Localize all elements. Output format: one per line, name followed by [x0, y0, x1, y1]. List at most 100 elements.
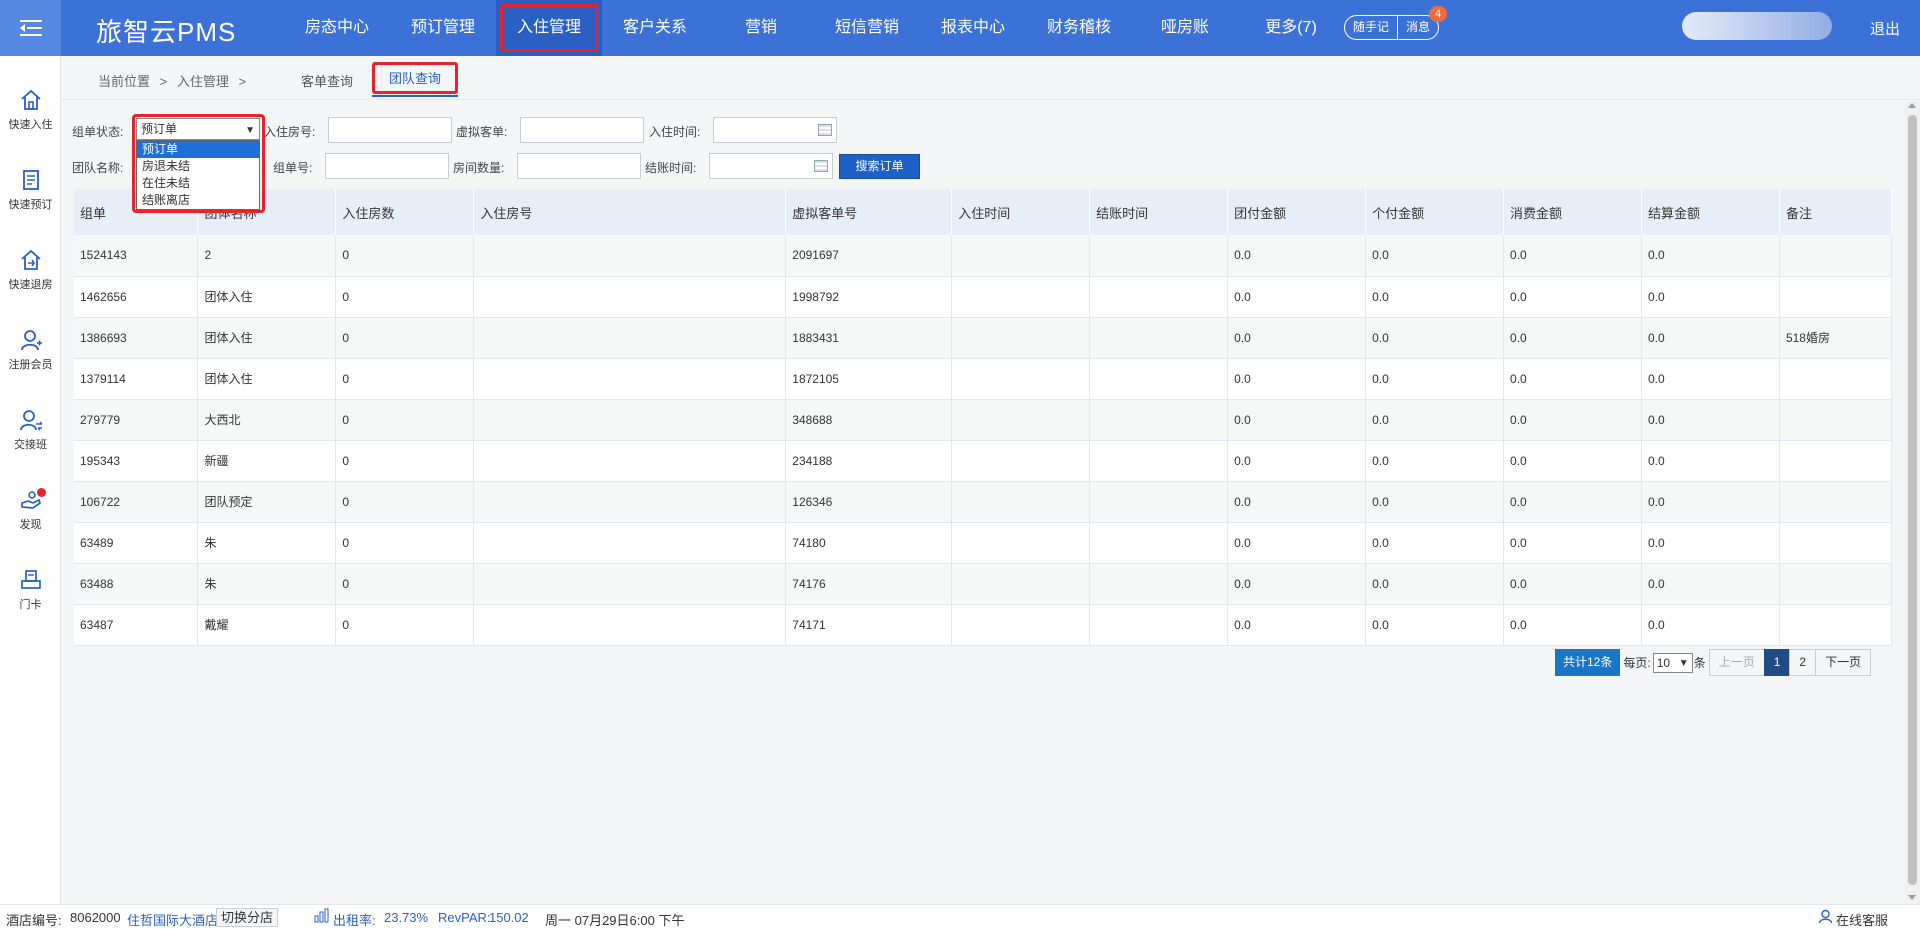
sidebar-label: 快速入住 [8, 119, 53, 131]
vertical-scrollbar[interactable] [1905, 101, 1920, 904]
table-row[interactable]: 106722 团队预定 0 126346 0.0 0.0 0.0 0.0 [74, 481, 1893, 523]
cell-virtual-order: 1883431 [785, 317, 953, 359]
sidebar-item-door-card[interactable]: 门卡 [0, 568, 61, 612]
table-row[interactable]: 1524143 2 0 2091697 0.0 0.0 0.0 0.0 [74, 235, 1893, 277]
nav-sms[interactable]: 短信营销 [814, 0, 920, 56]
col-personal-paid[interactable]: 个付金额 [1365, 189, 1505, 235]
cell-checkin-time [951, 317, 1091, 359]
user-swap-icon [19, 410, 42, 431]
cell-checkin-time [951, 235, 1091, 277]
cell-checkout-time [1089, 317, 1229, 359]
table-row[interactable]: 195343 新疆 0 234188 0.0 0.0 0.0 0.0 [74, 440, 1893, 482]
menu-collapse-icon [19, 20, 42, 36]
menu-toggle-button[interactable] [0, 0, 61, 56]
cell-virtual-order: 74176 [785, 563, 953, 605]
cell-checkout-time [1089, 563, 1229, 605]
sidebar-item-quick-booking[interactable]: 快速预订 [0, 168, 61, 212]
logout-link[interactable]: 退出 [1870, 18, 1900, 39]
sidebar-item-quick-checkin[interactable]: 快速入住 [0, 88, 61, 132]
col-consumption[interactable]: 消费金额 [1503, 189, 1642, 235]
virtual-order-input[interactable] [520, 117, 644, 143]
cell-team-name: 团体入住 [197, 358, 337, 400]
cell-room-no [473, 358, 787, 400]
online-service-link[interactable]: 在线客服 [1836, 910, 1888, 929]
cell-checkout-time [1089, 358, 1229, 400]
sidebar-item-shift-handover[interactable]: 交接班 [0, 408, 61, 452]
nav-finance[interactable]: 财务稽核 [1026, 0, 1132, 56]
next-page-button[interactable]: 下一页 [1815, 649, 1872, 676]
cell-checkout-time [1089, 522, 1229, 564]
table-row[interactable]: 1379114 团体入住 0 1872105 0.0 0.0 0.0 0.0 [74, 358, 1893, 400]
nav-more[interactable]: 更多(7) [1238, 0, 1344, 56]
table-row[interactable]: 1386693 团体入住 0 1883431 0.0 0.0 0.0 0.0 518婚房 [74, 317, 1893, 359]
breadcrumb-section[interactable]: 入住管理 [177, 74, 229, 89]
sidebar-item-register-member[interactable]: 注册会员 [0, 328, 61, 372]
user-add-icon [20, 330, 42, 351]
prev-page-button[interactable]: 上一页 [1708, 649, 1765, 676]
col-checkin-time[interactable]: 入住时间 [951, 189, 1091, 235]
cell-personal-paid: 0.0 [1365, 563, 1505, 605]
col-room-count[interactable]: 入住房数 [335, 189, 475, 235]
calendar-icon[interactable] [818, 124, 832, 136]
search-orders-button[interactable]: 搜索订单 [839, 154, 920, 179]
table-row[interactable]: 63488 朱 0 74176 0.0 0.0 0.0 0.0 [74, 563, 1893, 605]
notes-button[interactable]: 随手记 [1345, 16, 1397, 39]
col-virtual-order[interactable]: 虚拟客单号 [785, 189, 953, 235]
cell-group-no: 63488 [74, 563, 199, 605]
cell-group-no: 1524143 [74, 235, 199, 277]
cell-remark [1779, 604, 1893, 646]
cell-remark [1779, 563, 1893, 605]
cell-personal-paid: 0.0 [1365, 399, 1505, 441]
nav-reports[interactable]: 报表中心 [920, 0, 1026, 56]
table-row[interactable]: 279779 大西北 0 348688 0.0 0.0 0.0 0.0 [74, 399, 1893, 441]
nav-room-status[interactable]: 房态中心 [284, 0, 390, 56]
cell-room-no [473, 522, 787, 564]
cell-group-no: 195343 [74, 440, 199, 482]
switch-branch-button[interactable]: 切换分店 [216, 908, 279, 927]
cell-remark [1779, 399, 1893, 441]
revpar-value: 150.02 [489, 910, 529, 925]
col-team-paid[interactable]: 团付金额 [1227, 189, 1367, 235]
nav-dummy-room[interactable]: 哑房账 [1132, 0, 1238, 56]
scroll-thumb[interactable] [1908, 115, 1917, 885]
hotel-name: 住哲国际大酒店 [127, 913, 219, 928]
table-body: 1524143 2 0 2091697 0.0 0.0 0.0 0.0 1462656 团体入住 0… [74, 235, 1893, 646]
nav-customer[interactable]: 客户关系 [602, 0, 708, 56]
card-printer-icon [20, 570, 41, 589]
table-row[interactable]: 63487 戴耀 0 74171 0.0 0.0 0.0 0.0 [74, 604, 1893, 646]
breadcrumb-separator: > [238, 74, 247, 89]
checkin-time-input[interactable] [713, 117, 837, 143]
scroll-up-icon[interactable] [1908, 103, 1916, 108]
cell-settlement: 0.0 [1641, 604, 1780, 646]
table-row[interactable]: 63489 朱 0 74180 0.0 0.0 0.0 0.0 [74, 522, 1893, 564]
cell-settlement: 0.0 [1641, 276, 1780, 318]
calendar-icon[interactable] [814, 160, 828, 172]
page-1-button[interactable]: 1 [1763, 649, 1791, 676]
nav-reservation[interactable]: 预订管理 [390, 0, 496, 56]
cell-personal-paid: 0.0 [1365, 522, 1505, 564]
col-remark[interactable]: 备注 [1779, 189, 1893, 235]
table-row[interactable]: 1462656 团体入住 0 1998792 0.0 0.0 0.0 0.0 [74, 276, 1893, 318]
page-2-button[interactable]: 2 [1789, 649, 1817, 676]
tab-guest-query[interactable]: 客单查询 [301, 71, 353, 90]
nav-marketing[interactable]: 营销 [708, 0, 814, 56]
col-settlement[interactable]: 结算金额 [1641, 189, 1780, 235]
sidebar-item-discover[interactable]: 发现 [0, 488, 61, 532]
cell-consumption: 0.0 [1503, 399, 1642, 441]
room-no-input[interactable] [328, 117, 452, 143]
sidebar-item-quick-checkout[interactable]: 快速退房 [0, 248, 61, 292]
checkout-time-input[interactable] [709, 153, 833, 179]
scroll-down-icon[interactable] [1908, 895, 1916, 900]
breadcrumb: 当前位置 > 入住管理 > [98, 71, 252, 90]
col-room-no[interactable]: 入住房号 [473, 189, 787, 235]
room-count-input[interactable] [517, 153, 641, 179]
col-checkout-time[interactable]: 结账时间 [1089, 189, 1229, 235]
per-page-select[interactable]: 10 ▼ [1652, 652, 1693, 673]
cell-team-paid: 0.0 [1227, 358, 1367, 400]
tab-team-query[interactable]: 团队查询 [372, 62, 459, 97]
group-no-input[interactable] [325, 153, 449, 179]
user-avatar-blurred[interactable] [1682, 12, 1832, 40]
sidebar-label: 快速预订 [8, 199, 53, 211]
app-logo: 旅智云PMS [96, 17, 237, 47]
nav-checkin[interactable]: 入住管理 [496, 0, 602, 56]
